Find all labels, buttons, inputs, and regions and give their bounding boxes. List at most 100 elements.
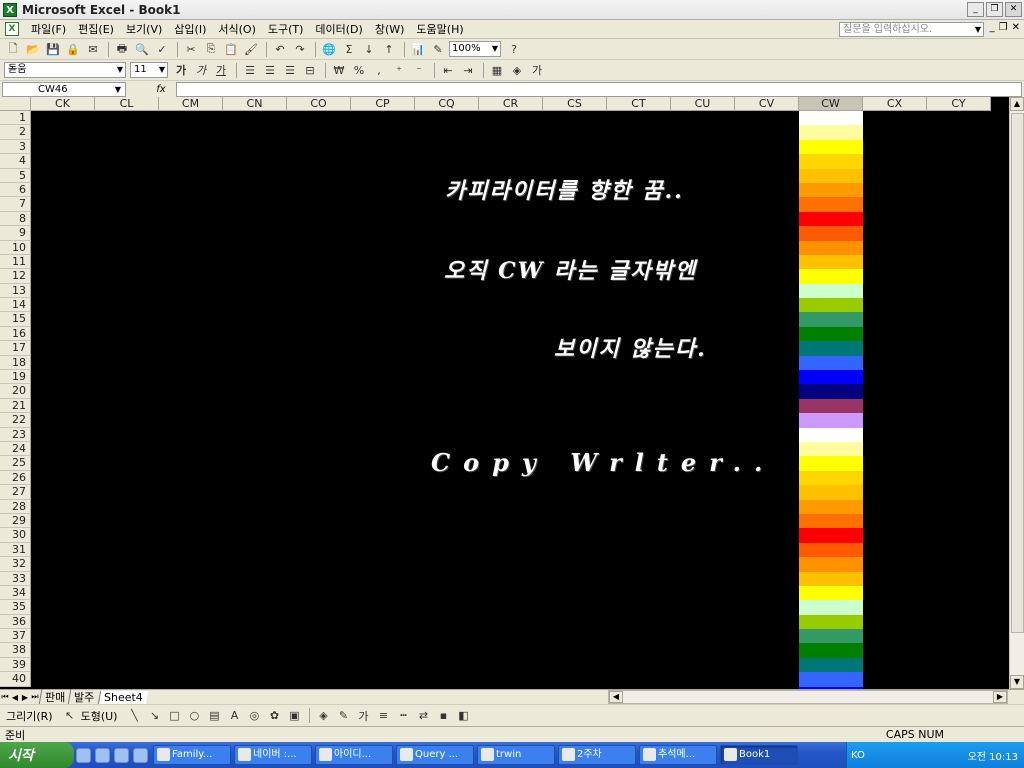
taskbar-button-week2[interactable]: 2주차 [558, 745, 636, 765]
taskbar-button-id[interactable]: 아이디... [315, 745, 393, 765]
diagram-icon[interactable]: ◎ [245, 707, 263, 724]
column-header[interactable]: CN [223, 97, 287, 111]
menu-file[interactable]: 파일(F) [25, 21, 72, 37]
new-icon[interactable]: 🗋 [4, 41, 22, 58]
borders-icon[interactable]: ▦ [488, 62, 506, 79]
fill-color-icon[interactable]: ◈ [314, 707, 332, 724]
print-preview-icon[interactable]: 🔍 [133, 41, 151, 58]
doc-close-button[interactable]: ✕ [1012, 22, 1020, 33]
cw-color-cell[interactable] [799, 312, 863, 327]
row-header[interactable]: 9 [0, 226, 31, 241]
comma-icon[interactable]: , [370, 62, 388, 79]
bold-icon[interactable]: 가 [172, 62, 190, 79]
font-color-icon[interactable]: 가 [528, 62, 546, 79]
redo-icon[interactable]: ↷ [291, 41, 309, 58]
cw-color-cell[interactable] [799, 441, 863, 457]
first-sheet-icon[interactable]: ⏮ [0, 692, 10, 702]
quicklaunch-browser-icon[interactable] [95, 747, 110, 763]
cw-color-cell[interactable] [799, 413, 863, 428]
3d-icon[interactable]: ◧ [454, 707, 472, 724]
row-header[interactable]: 6 [0, 182, 31, 198]
horizontal-scrollbar[interactable]: ◀ ▶ [608, 690, 1008, 704]
insert-function-icon[interactable]: fx [146, 84, 176, 95]
cw-color-cell[interactable] [799, 125, 863, 140]
chart-wizard-icon[interactable]: 📊 [409, 41, 427, 58]
cw-color-cell[interactable] [799, 341, 863, 356]
column-header[interactable]: CR [479, 97, 543, 111]
cw-color-cell[interactable] [799, 470, 863, 486]
row-header[interactable]: 37 [0, 629, 31, 644]
next-sheet-icon[interactable]: ▶ [20, 693, 30, 702]
vertical-scrollbar[interactable]: ▲ ▼ [1009, 97, 1024, 689]
spelling-icon[interactable]: ✓ [153, 41, 171, 58]
line-icon[interactable]: ╲ [125, 707, 143, 724]
percent-icon[interactable]: % [350, 62, 368, 79]
arrow-style-icon[interactable]: ⇄ [414, 707, 432, 724]
cw-color-cell[interactable] [799, 111, 863, 126]
cw-color-cell[interactable] [799, 197, 863, 212]
doc-minimize-button[interactable]: _ [990, 22, 995, 33]
row-header[interactable]: 11 [0, 254, 31, 270]
decrease-indent-icon[interactable]: ⇤ [439, 62, 457, 79]
cw-color-cell[interactable] [799, 211, 863, 227]
prev-sheet-icon[interactable]: ◀ [10, 693, 20, 702]
open-icon[interactable]: 📂 [24, 41, 42, 58]
cw-color-cell[interactable] [799, 528, 863, 543]
dash-style-icon[interactable]: ┅ [394, 707, 412, 724]
row-header[interactable]: 23 [0, 427, 31, 442]
clipart-icon[interactable]: ✿ [265, 707, 283, 724]
row-header[interactable]: 39 [0, 657, 31, 673]
column-header[interactable]: CO [287, 97, 351, 111]
cw-color-cell[interactable] [799, 370, 863, 385]
line-color-icon[interactable]: ✎ [334, 707, 352, 724]
drawing-icon[interactable]: ✎ [429, 41, 447, 58]
taskbar-button-family[interactable]: Family... [153, 745, 231, 765]
select-all-corner[interactable] [0, 97, 31, 111]
sheet-tab-sales[interactable]: 판매 [38, 689, 71, 705]
sheet-tab-orders[interactable]: 발주 [67, 689, 100, 705]
cw-color-cell[interactable] [799, 355, 863, 371]
picture-icon[interactable]: ▣ [285, 707, 303, 724]
cw-color-cell[interactable] [799, 182, 863, 198]
row-header[interactable]: 3 [0, 139, 31, 155]
row-header[interactable]: 15 [0, 312, 31, 327]
row-header[interactable]: 28 [0, 499, 31, 514]
chevron-down-icon[interactable]: ▼ [975, 23, 981, 36]
email-icon[interactable]: ✉ [84, 41, 102, 58]
column-header[interactable]: CM [159, 97, 223, 111]
cw-color-cell[interactable] [799, 600, 863, 615]
row-header[interactable]: 35 [0, 600, 31, 615]
rectangle-icon[interactable]: □ [165, 707, 183, 724]
row-header[interactable]: 24 [0, 441, 31, 457]
row-header[interactable]: 1 [0, 111, 31, 126]
chevron-down-icon[interactable]: ▼ [492, 42, 498, 56]
name-box[interactable]: CW46 ▼ [2, 81, 126, 97]
minimize-button[interactable]: _ [967, 2, 984, 17]
cw-color-cell[interactable] [799, 139, 863, 155]
menu-format[interactable]: 서식(O) [212, 21, 261, 37]
cw-color-cell[interactable] [799, 298, 863, 313]
cw-color-cell[interactable] [799, 326, 863, 342]
row-header[interactable]: 40 [0, 672, 31, 687]
row-header[interactable]: 27 [0, 485, 31, 500]
row-header[interactable]: 14 [0, 298, 31, 313]
draw-menu-button[interactable]: 그리기(R) [6, 708, 53, 724]
row-header[interactable]: 38 [0, 643, 31, 658]
chevron-down-icon[interactable]: ▼ [115, 83, 121, 96]
cw-color-cell[interactable] [799, 629, 863, 644]
undo-icon[interactable]: ↶ [271, 41, 289, 58]
align-right-icon[interactable]: ☰ [281, 62, 299, 79]
menu-tools[interactable]: 도구(T) [262, 21, 310, 37]
save-icon[interactable]: 💾 [44, 41, 62, 58]
permission-icon[interactable]: 🔒 [64, 41, 82, 58]
column-header[interactable]: CX [863, 97, 927, 111]
workbook-icon[interactable]: X [5, 22, 19, 36]
cut-icon[interactable]: ✂ [182, 41, 200, 58]
clock[interactable]: 오전 10:13 [968, 748, 1018, 763]
quicklaunch-ie-icon[interactable] [76, 747, 91, 763]
column-header[interactable]: CY [927, 97, 991, 111]
currency-icon[interactable]: ₩ [330, 62, 348, 79]
row-header[interactable]: 29 [0, 513, 31, 529]
column-header[interactable]: CT [607, 97, 671, 111]
taskbar-button-trwin[interactable]: trwin [477, 745, 555, 765]
